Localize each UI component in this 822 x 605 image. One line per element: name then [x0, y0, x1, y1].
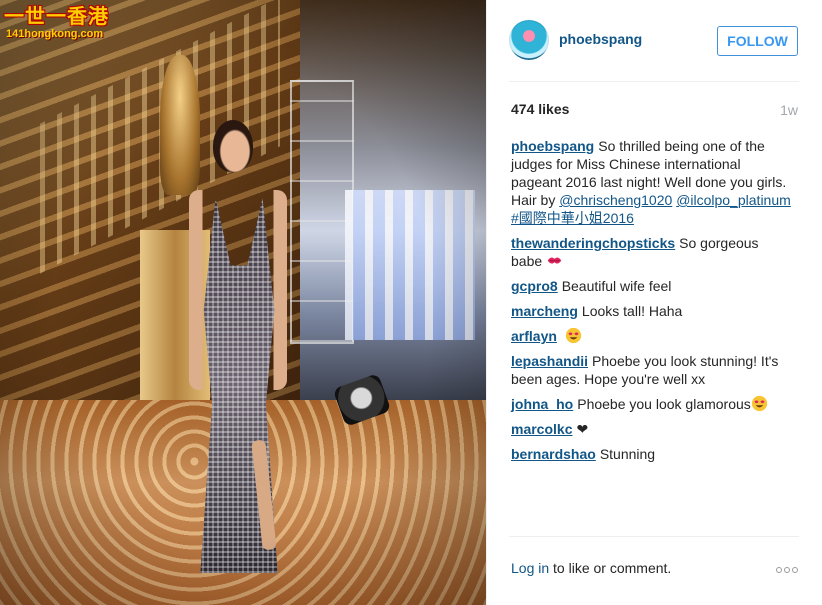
watermark-chinese-text: 一世一香港: [4, 4, 109, 28]
list-item: marcheng Looks tall! Haha: [511, 302, 793, 320]
photo-vignette: [0, 0, 486, 605]
comment-username[interactable]: arflayn: [511, 328, 557, 344]
list-item: johna_ho Phoebe you look glamorous: [511, 395, 793, 413]
list-item: arflayn: [511, 327, 793, 345]
follow-button[interactable]: FOLLOW: [717, 26, 798, 56]
list-item: bernardshao Stunning: [511, 445, 793, 463]
list-item: thewanderingchopsticks So gorgeous babe: [511, 234, 793, 270]
comment-username[interactable]: gcpro8: [511, 278, 558, 294]
comment-username[interactable]: lepashandii: [511, 353, 588, 369]
header-divider: [509, 81, 799, 82]
dot-icon: [784, 566, 790, 573]
comment-text: Phoebe you look glamorous: [577, 396, 751, 412]
list-item: gcpro8 Beautiful wife feel: [511, 277, 793, 295]
mention-link[interactable]: @ilcolpo_platinum: [676, 192, 791, 208]
list-item: marcolkc ❤: [511, 420, 793, 438]
likes-count[interactable]: 474 likes: [511, 101, 569, 117]
header-username[interactable]: phoebspang: [559, 31, 642, 47]
footer-divider: [509, 536, 799, 537]
comment-text: Beautiful wife feel: [561, 278, 672, 294]
watermark-url-text: 141hongkong.com: [6, 28, 104, 40]
more-options-button[interactable]: [774, 560, 800, 576]
post-side-panel: phoebspang FOLLOW 474 likes 1w phoebspan…: [486, 0, 822, 605]
caption-username[interactable]: phoebspang: [511, 138, 594, 154]
post-timestamp[interactable]: 1w: [780, 102, 798, 118]
comment-username[interactable]: marcolkc: [511, 421, 572, 437]
dot-icon: [792, 566, 798, 573]
kiss-mark-icon: [547, 257, 562, 264]
avatar[interactable]: [509, 20, 549, 60]
comment-username[interactable]: marcheng: [511, 303, 578, 319]
post-photo[interactable]: 一世一香港 141hongkong.com: [0, 0, 486, 605]
comment-text: ❤: [576, 421, 589, 437]
comment-text: Stunning: [599, 446, 656, 462]
dot-icon: [776, 566, 782, 573]
comment-list: phoebspang So thrilled being one of the j…: [511, 137, 793, 470]
post-header: phoebspang FOLLOW: [487, 0, 822, 82]
login-prompt: Log in to like or comment.: [511, 560, 671, 576]
heart-eyes-icon: [751, 395, 767, 412]
comment-username[interactable]: thewanderingchopsticks: [511, 235, 675, 251]
comment-username[interactable]: johna_ho: [511, 396, 573, 412]
watermark-logo: 一世一香港 141hongkong.com: [4, 4, 109, 41]
comment-text: Looks tall! Haha: [581, 303, 683, 319]
mention-link[interactable]: @chrischeng1020: [559, 192, 672, 208]
instagram-post: 一世一香港 141hongkong.com phoebspang FOLLOW …: [0, 0, 822, 605]
login-suffix-text: to like or comment.: [549, 560, 672, 576]
login-link[interactable]: Log in: [511, 560, 549, 576]
heart-eyes-icon: [565, 327, 581, 344]
hashtag-link[interactable]: #國際中華小姐2016: [511, 210, 634, 226]
comment-username[interactable]: bernardshao: [511, 446, 596, 462]
caption: phoebspang So thrilled being one of the j…: [511, 137, 793, 227]
list-item: lepashandii Phoebe you look stunning! It'…: [511, 352, 793, 388]
